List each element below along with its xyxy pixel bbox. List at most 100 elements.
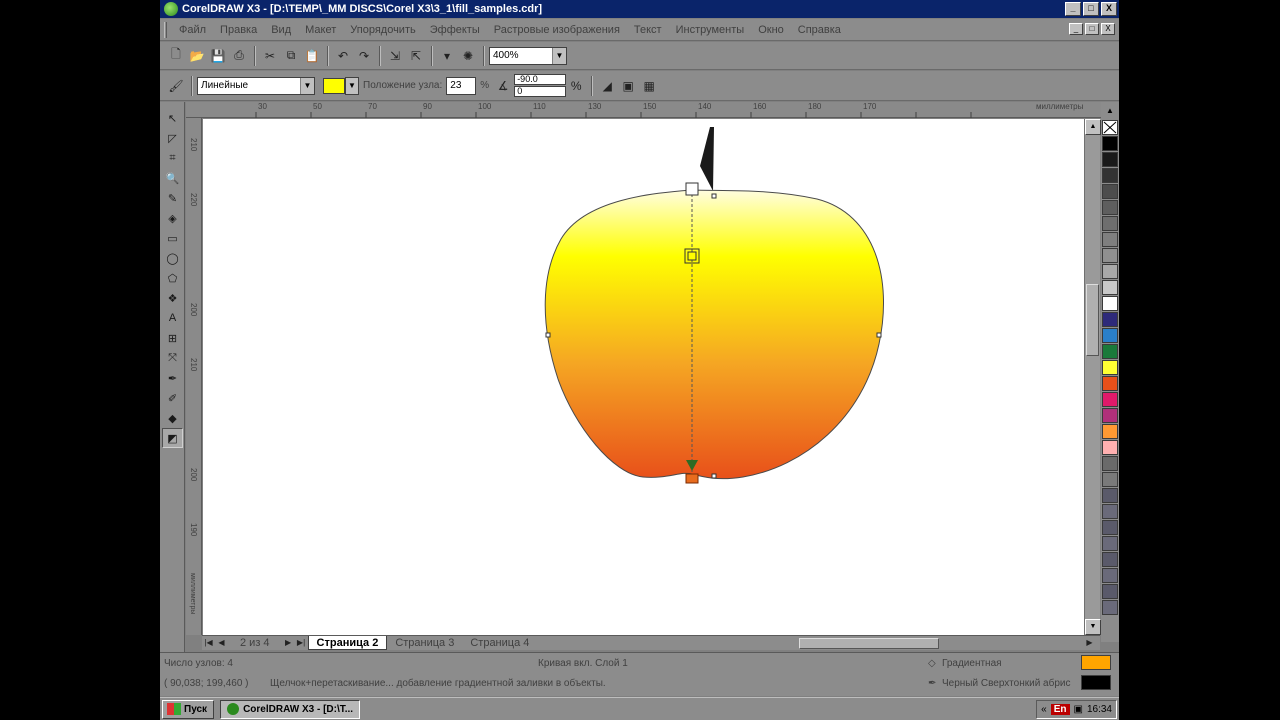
palette-swatch[interactable] xyxy=(1102,216,1118,231)
print-icon[interactable]: ⎙ xyxy=(229,46,249,66)
shape-tool-icon[interactable]: ◸ xyxy=(162,128,183,148)
color-picker-dropdown[interactable]: ▼ xyxy=(345,76,359,95)
import-icon[interactable]: ⇲ xyxy=(385,46,405,66)
smart-fill-tool-icon[interactable]: ◈ xyxy=(162,208,183,228)
menu-file[interactable]: Файл xyxy=(173,24,214,36)
palette-swatch[interactable] xyxy=(1102,536,1118,551)
menu-arrange[interactable]: Упорядочить xyxy=(344,24,423,36)
basic-shapes-tool-icon[interactable]: ❖ xyxy=(162,288,183,308)
angle-field[interactable]: -90.0 xyxy=(514,74,567,85)
last-page-icon[interactable]: ▶| xyxy=(295,637,308,650)
palette-swatch[interactable] xyxy=(1102,456,1118,471)
tab-page-2[interactable]: Страница 2 xyxy=(307,636,388,650)
menu-text[interactable]: Текст xyxy=(628,24,670,36)
palette-swatch[interactable] xyxy=(1102,472,1118,487)
menu-effects[interactable]: Эффекты xyxy=(424,24,488,36)
shape-node[interactable] xyxy=(711,193,717,199)
tab-page-4[interactable]: Страница 4 xyxy=(462,636,537,650)
palette-swatch[interactable] xyxy=(1102,424,1118,439)
horizontal-ruler[interactable]: 30 50 70 90 100 110 130 150 140 160 180 … xyxy=(186,102,1102,118)
palette-swatch[interactable] xyxy=(1102,552,1118,567)
tray-expand-icon[interactable]: « xyxy=(1041,704,1047,715)
palette-swatch[interactable] xyxy=(1102,152,1118,167)
start-button[interactable]: Пуск xyxy=(162,699,215,719)
no-color-swatch[interactable] xyxy=(1102,120,1118,135)
redo-icon[interactable]: ↷ xyxy=(354,46,374,66)
language-indicator[interactable]: En xyxy=(1050,704,1070,715)
rectangle-tool-icon[interactable]: ▭ xyxy=(162,228,183,248)
vertical-scrollbar[interactable]: ▲ ▼ xyxy=(1084,119,1101,635)
zoom-tool-icon[interactable]: 🔍 xyxy=(162,168,183,188)
menu-bitmaps[interactable]: Растровые изображения xyxy=(488,24,628,36)
welcome-icon[interactable]: ✺ xyxy=(458,46,478,66)
undo-icon[interactable]: ↶ xyxy=(333,46,353,66)
palette-swatch[interactable] xyxy=(1102,264,1118,279)
scroll-right-arrow[interactable]: ▶ xyxy=(1083,637,1096,650)
palette-swatch[interactable] xyxy=(1102,440,1118,455)
chevron-down-icon[interactable]: ▼ xyxy=(552,47,566,64)
palette-swatch[interactable] xyxy=(1102,344,1118,359)
shape-node[interactable] xyxy=(876,332,882,338)
gradient-end-handle[interactable] xyxy=(685,473,699,484)
palette-swatch[interactable] xyxy=(1102,168,1118,183)
task-coreldraw[interactable]: CorelDRAW X3 - [D:\T... xyxy=(220,699,361,719)
interactive-fill-tool-icon[interactable]: ◩ xyxy=(162,428,183,448)
palette-swatch[interactable] xyxy=(1102,200,1118,215)
shape-node[interactable] xyxy=(711,473,717,479)
export-icon[interactable]: ⇱ xyxy=(406,46,426,66)
copy-fill-properties-icon[interactable]: ▣ xyxy=(618,76,638,96)
menu-edit[interactable]: Правка xyxy=(214,24,265,36)
chevron-down-icon[interactable]: ▼ xyxy=(300,77,314,94)
menu-help[interactable]: Справка xyxy=(792,24,849,36)
table-tool-icon[interactable]: ⊞ xyxy=(162,328,183,348)
next-page-icon[interactable]: ▶ xyxy=(282,637,295,650)
minimize-button[interactable]: _ xyxy=(1065,2,1081,16)
palette-swatch[interactable] xyxy=(1102,568,1118,583)
apple-shape[interactable] xyxy=(544,189,885,480)
menu-tools[interactable]: Инструменты xyxy=(670,24,753,36)
menu-layout[interactable]: Макет xyxy=(299,24,344,36)
vertical-ruler[interactable]: 210 220 200 210 200 190 миллиметры xyxy=(186,118,202,635)
paste-icon[interactable]: 📋 xyxy=(302,46,322,66)
copy-icon[interactable]: ⧉ xyxy=(281,46,301,66)
palette-swatch[interactable] xyxy=(1102,408,1118,423)
palette-swatch[interactable] xyxy=(1102,312,1118,327)
fill-options-icon[interactable]: ▦ xyxy=(639,76,659,96)
palette-swatch[interactable] xyxy=(1102,280,1118,295)
palette-scroll-up-icon[interactable]: ▲ xyxy=(1101,102,1119,120)
fill-color-swatch[interactable] xyxy=(1081,655,1111,670)
menu-grip[interactable] xyxy=(164,21,167,38)
doc-minimize-button[interactable]: _ xyxy=(1069,23,1083,35)
palette-swatch[interactable] xyxy=(1102,248,1118,263)
palette-swatch[interactable] xyxy=(1102,504,1118,519)
tray-icon[interactable]: ▣ xyxy=(1074,704,1083,715)
horizontal-scroll-thumb[interactable] xyxy=(799,638,939,649)
palette-swatch[interactable] xyxy=(1102,488,1118,503)
gradient-start-handle[interactable] xyxy=(685,182,699,196)
doc-close-button[interactable]: X xyxy=(1101,23,1115,35)
fill-type-select[interactable]: Линейные ▼ xyxy=(197,76,315,95)
fill-tool-preset-icon[interactable]: 🖌 xyxy=(166,76,186,96)
save-icon[interactable]: 💾 xyxy=(208,46,228,66)
tab-page-3[interactable]: Страница 3 xyxy=(387,636,462,650)
close-button[interactable]: X xyxy=(1101,2,1117,16)
scroll-up-arrow[interactable]: ▲ xyxy=(1085,119,1101,135)
freehand-tool-icon[interactable]: ✎ xyxy=(162,188,183,208)
doc-restore-button[interactable]: □ xyxy=(1085,23,1099,35)
node-position-field[interactable]: 23 xyxy=(446,76,477,95)
outline-tool-icon[interactable]: ✐ xyxy=(162,388,183,408)
edge-pad-field[interactable]: 0 xyxy=(514,86,567,97)
palette-swatch[interactable] xyxy=(1102,584,1118,599)
chevron-down-icon[interactable]: ▼ xyxy=(346,77,358,94)
apple-stem[interactable] xyxy=(700,127,714,191)
palette-swatch[interactable] xyxy=(1102,600,1118,615)
palette-swatch[interactable] xyxy=(1102,232,1118,247)
menu-window[interactable]: Окно xyxy=(752,24,792,36)
open-icon[interactable]: 📂 xyxy=(187,46,207,66)
cut-icon[interactable]: ✂ xyxy=(260,46,280,66)
palette-swatch[interactable] xyxy=(1102,360,1118,375)
palette-swatch[interactable] xyxy=(1102,520,1118,535)
first-page-icon[interactable]: |◀ xyxy=(202,637,215,650)
drawing-canvas[interactable] xyxy=(203,119,1084,635)
app-launcher-icon[interactable]: ▾ xyxy=(437,46,457,66)
